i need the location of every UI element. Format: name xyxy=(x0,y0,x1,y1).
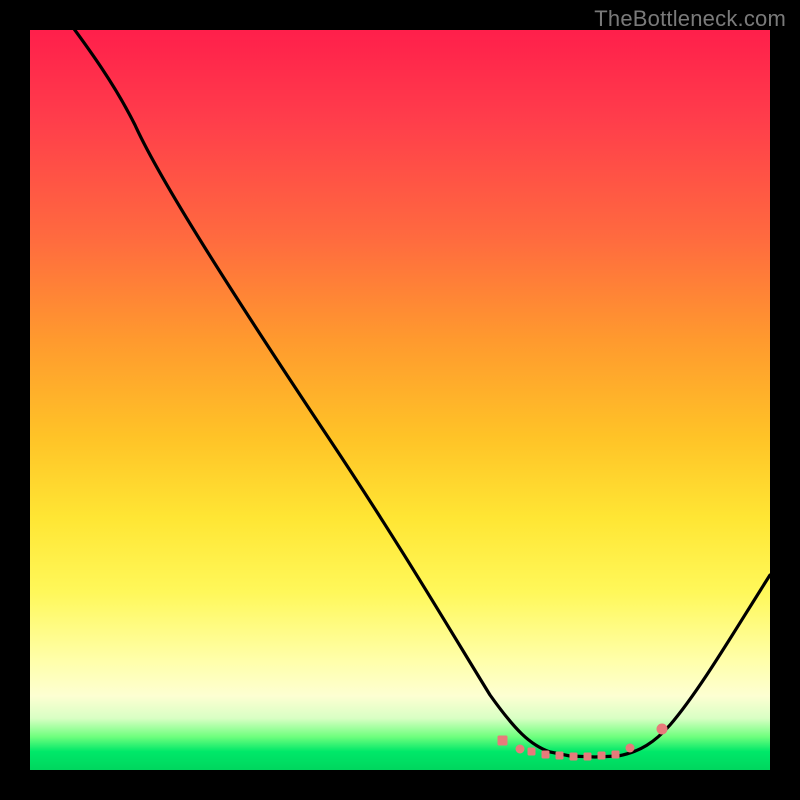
optimal-markers xyxy=(498,724,667,760)
chart-frame: TheBottleneck.com xyxy=(0,0,800,800)
plot-area xyxy=(30,30,770,770)
watermark-text: TheBottleneck.com xyxy=(594,6,786,32)
curve-layer xyxy=(30,30,770,770)
bottleneck-curve xyxy=(60,30,770,757)
